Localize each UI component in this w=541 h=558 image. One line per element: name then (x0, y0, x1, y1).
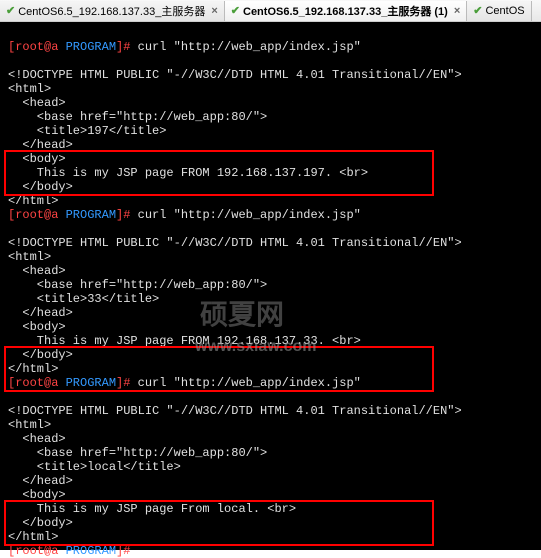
prompt-user: [root@a (8, 376, 66, 390)
output-line: </html> (8, 530, 58, 544)
prompt-end: ]# (116, 376, 138, 390)
output-line: </head> (8, 474, 73, 488)
output-line: <body> (8, 320, 66, 334)
output-line: <base href="http://web_app:80/"> (8, 446, 267, 460)
prompt-end: ]# (116, 544, 138, 558)
output-line: <!DOCTYPE HTML PUBLIC "-//W3C//DTD HTML … (8, 68, 462, 82)
output-line: <title>local</title> (8, 460, 181, 474)
tab-bar: ✔ CentOS6.5_192.168.137.33_主服务器 × ✔ Cent… (0, 0, 541, 22)
prompt-path: PROGRAM (66, 40, 116, 54)
output-line: <html> (8, 250, 51, 264)
prompt-end: ]# (116, 208, 138, 222)
output-line: <base href="http://web_app:80/"> (8, 278, 267, 292)
output-line: <title>33</title> (8, 292, 159, 306)
prompt-user: [root@a (8, 208, 66, 222)
check-icon: ✔ (6, 4, 15, 17)
output-line: <head> (8, 432, 66, 446)
command: curl "http://web_app/index.jsp" (138, 40, 361, 54)
output-line: </html> (8, 362, 58, 376)
close-icon[interactable]: × (454, 5, 460, 17)
close-icon[interactable]: × (211, 5, 217, 17)
command: curl "http://web_app/index.jsp" (138, 376, 361, 390)
prompt-path: PROGRAM (66, 376, 116, 390)
output-line: </html> (8, 194, 58, 208)
output-line: <title>197</title> (8, 124, 166, 138)
output-line: <!DOCTYPE HTML PUBLIC "-//W3C//DTD HTML … (8, 404, 462, 418)
output-line: </body> (8, 348, 73, 362)
output-line: <body> (8, 488, 66, 502)
tab-label: CentOS6.5_192.168.137.33_主服务器 (1) (243, 3, 448, 19)
prompt-user: [root@a (8, 544, 66, 558)
prompt-path: PROGRAM (66, 208, 116, 222)
output-line: <base href="http://web_app:80/"> (8, 110, 267, 124)
tab-label: CentOS (485, 5, 524, 17)
check-icon: ✔ (473, 4, 482, 17)
output-line: </head> (8, 138, 73, 152)
output-line: This is my JSP page FROM 192.168.137.33.… (8, 334, 361, 348)
output-line: </body> (8, 516, 73, 530)
output-line: <body> (8, 152, 66, 166)
prompt-path: PROGRAM (66, 544, 116, 558)
tab-centos-1[interactable]: ✔ CentOS6.5_192.168.137.33_主服务器 × (0, 1, 225, 21)
output-line: <!DOCTYPE HTML PUBLIC "-//W3C//DTD HTML … (8, 236, 462, 250)
output-line: This is my JSP page From local. <br> (8, 502, 296, 516)
output-line: <head> (8, 264, 66, 278)
output-line: <html> (8, 418, 51, 432)
output-line: <head> (8, 96, 66, 110)
prompt-end: ]# (116, 40, 138, 54)
command: curl "http://web_app/index.jsp" (138, 208, 361, 222)
output-line: </head> (8, 306, 73, 320)
tab-centos-3[interactable]: ✔ CentOS (467, 1, 531, 21)
prompt-user: [root@a (8, 40, 66, 54)
tab-centos-2[interactable]: ✔ CentOS6.5_192.168.137.33_主服务器 (1) × (225, 1, 467, 21)
output-line: </body> (8, 180, 73, 194)
tab-label: CentOS6.5_192.168.137.33_主服务器 (18, 3, 205, 19)
watermark-text: 硕夏网 (200, 308, 284, 322)
check-icon: ✔ (231, 4, 240, 17)
terminal[interactable]: [root@a PROGRAM]# curl "http://web_app/i… (0, 22, 541, 550)
output-line: This is my JSP page FROM 192.168.137.197… (8, 166, 368, 180)
output-line: <html> (8, 82, 51, 96)
